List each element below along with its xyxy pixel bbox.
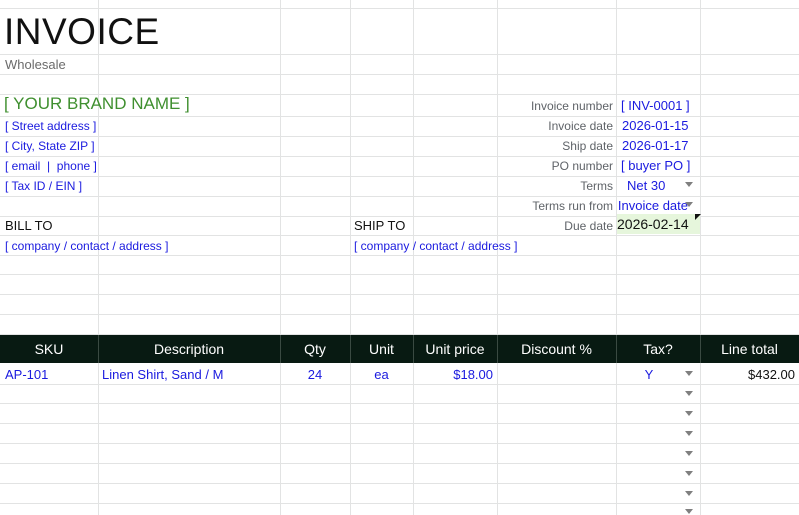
invoice-title[interactable]: INVOICE <box>4 10 160 54</box>
brand-name[interactable]: [ YOUR BRAND NAME ] <box>4 93 190 115</box>
cell-tax[interactable]: Y <box>616 365 682 385</box>
cell-qty[interactable]: 24 <box>280 365 350 385</box>
seller-street[interactable]: [ Street address ] <box>5 116 96 136</box>
seller-city[interactable]: [ City, State ZIP ] <box>5 136 95 156</box>
col-header-qty: Qty <box>304 341 326 357</box>
ship-to-value[interactable]: [ company / contact / address ] <box>354 236 517 256</box>
invoice-date-value[interactable]: 2026-01-15 <box>622 116 689 136</box>
chevron-down-icon[interactable] <box>685 371 693 376</box>
terms-run-from-value: Invoice date <box>617 198 688 213</box>
chevron-down-icon <box>685 202 693 207</box>
terms-value: Net 30 <box>627 178 666 193</box>
po-number-value[interactable]: [ buyer PO ] <box>621 156 690 176</box>
ship-date-value[interactable]: 2026-01-17 <box>622 136 689 156</box>
col-header-discount: Discount % <box>521 341 592 357</box>
terms-run-from-label: Terms run from <box>532 199 613 213</box>
seller-contact[interactable]: [ email | phone ] <box>5 156 97 176</box>
chevron-down-icon[interactable] <box>685 391 693 396</box>
comment-marker-icon <box>695 214 701 220</box>
terms-label: Terms <box>580 179 613 193</box>
due-date-value: 2026-02-14 <box>617 216 689 232</box>
cell-sku[interactable]: AP-101 <box>5 365 48 385</box>
chevron-down-icon[interactable] <box>685 491 693 496</box>
chevron-down-icon <box>685 182 693 187</box>
chevron-down-icon[interactable] <box>685 471 693 476</box>
cell-unit[interactable]: ea <box>350 365 413 385</box>
cell-description[interactable]: Linen Shirt, Sand / M <box>102 365 223 385</box>
invoice-number-label: Invoice number <box>530 99 613 113</box>
chevron-down-icon[interactable] <box>685 451 693 456</box>
col-header-tax: Tax? <box>643 341 673 357</box>
ship-date-label: Ship date <box>562 139 613 153</box>
col-header-unit-price: Unit price <box>425 341 485 357</box>
seller-tax-id[interactable]: [ Tax ID / EIN ] <box>5 176 82 196</box>
chevron-down-icon[interactable] <box>685 411 693 416</box>
ship-to-label: SHIP TO <box>354 218 406 233</box>
col-header-sku: SKU <box>34 341 64 357</box>
cell-line-total: $432.00 <box>748 367 795 382</box>
invoice-date-label: Invoice date <box>548 119 613 133</box>
due-date-label: Due date <box>564 219 613 233</box>
bill-to-value[interactable]: [ company / contact / address ] <box>5 236 168 256</box>
chevron-down-icon[interactable] <box>685 509 693 514</box>
po-number-label: PO number <box>551 159 613 173</box>
terms-run-from-dropdown[interactable]: Invoice date <box>617 196 700 216</box>
invoice-number-value[interactable]: [ INV-0001 ] <box>621 96 690 116</box>
invoice-subtitle[interactable]: Wholesale <box>5 55 66 75</box>
cell-unit-price[interactable]: $18.00 <box>413 365 493 385</box>
col-header-unit: Unit <box>369 341 394 357</box>
chevron-down-icon[interactable] <box>685 431 693 436</box>
bill-to-label: BILL TO <box>5 218 53 233</box>
col-header-line-total: Line total <box>721 341 778 357</box>
col-header-description: Description <box>153 341 225 357</box>
